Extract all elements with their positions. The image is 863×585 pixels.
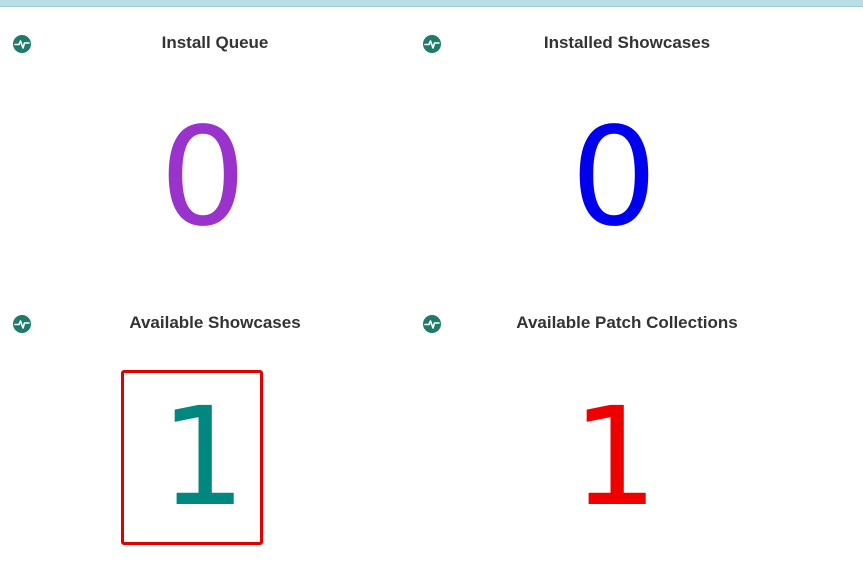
- panel-value: 0: [159, 99, 247, 257]
- highlight-box: [121, 370, 263, 545]
- activity-icon: [13, 35, 31, 53]
- panel-value: 0: [570, 99, 658, 257]
- activity-icon: [423, 315, 441, 333]
- panel-title: Installed Showcases: [543, 33, 711, 52]
- panel-title: Install Queue: [161, 33, 269, 52]
- panel-title: Available Showcases: [129, 313, 301, 332]
- activity-icon: [423, 35, 441, 53]
- panel-title: Available Patch Collections: [516, 313, 738, 332]
- panel-value: 1: [571, 379, 659, 537]
- panel-installed-showcases[interactable]: Installed Showcases 0: [410, 0, 820, 280]
- activity-icon: [13, 315, 31, 333]
- panel-install-queue[interactable]: Install Queue 0: [0, 0, 410, 280]
- panel-available-patch-collections[interactable]: Available Patch Collections 1: [410, 280, 820, 560]
